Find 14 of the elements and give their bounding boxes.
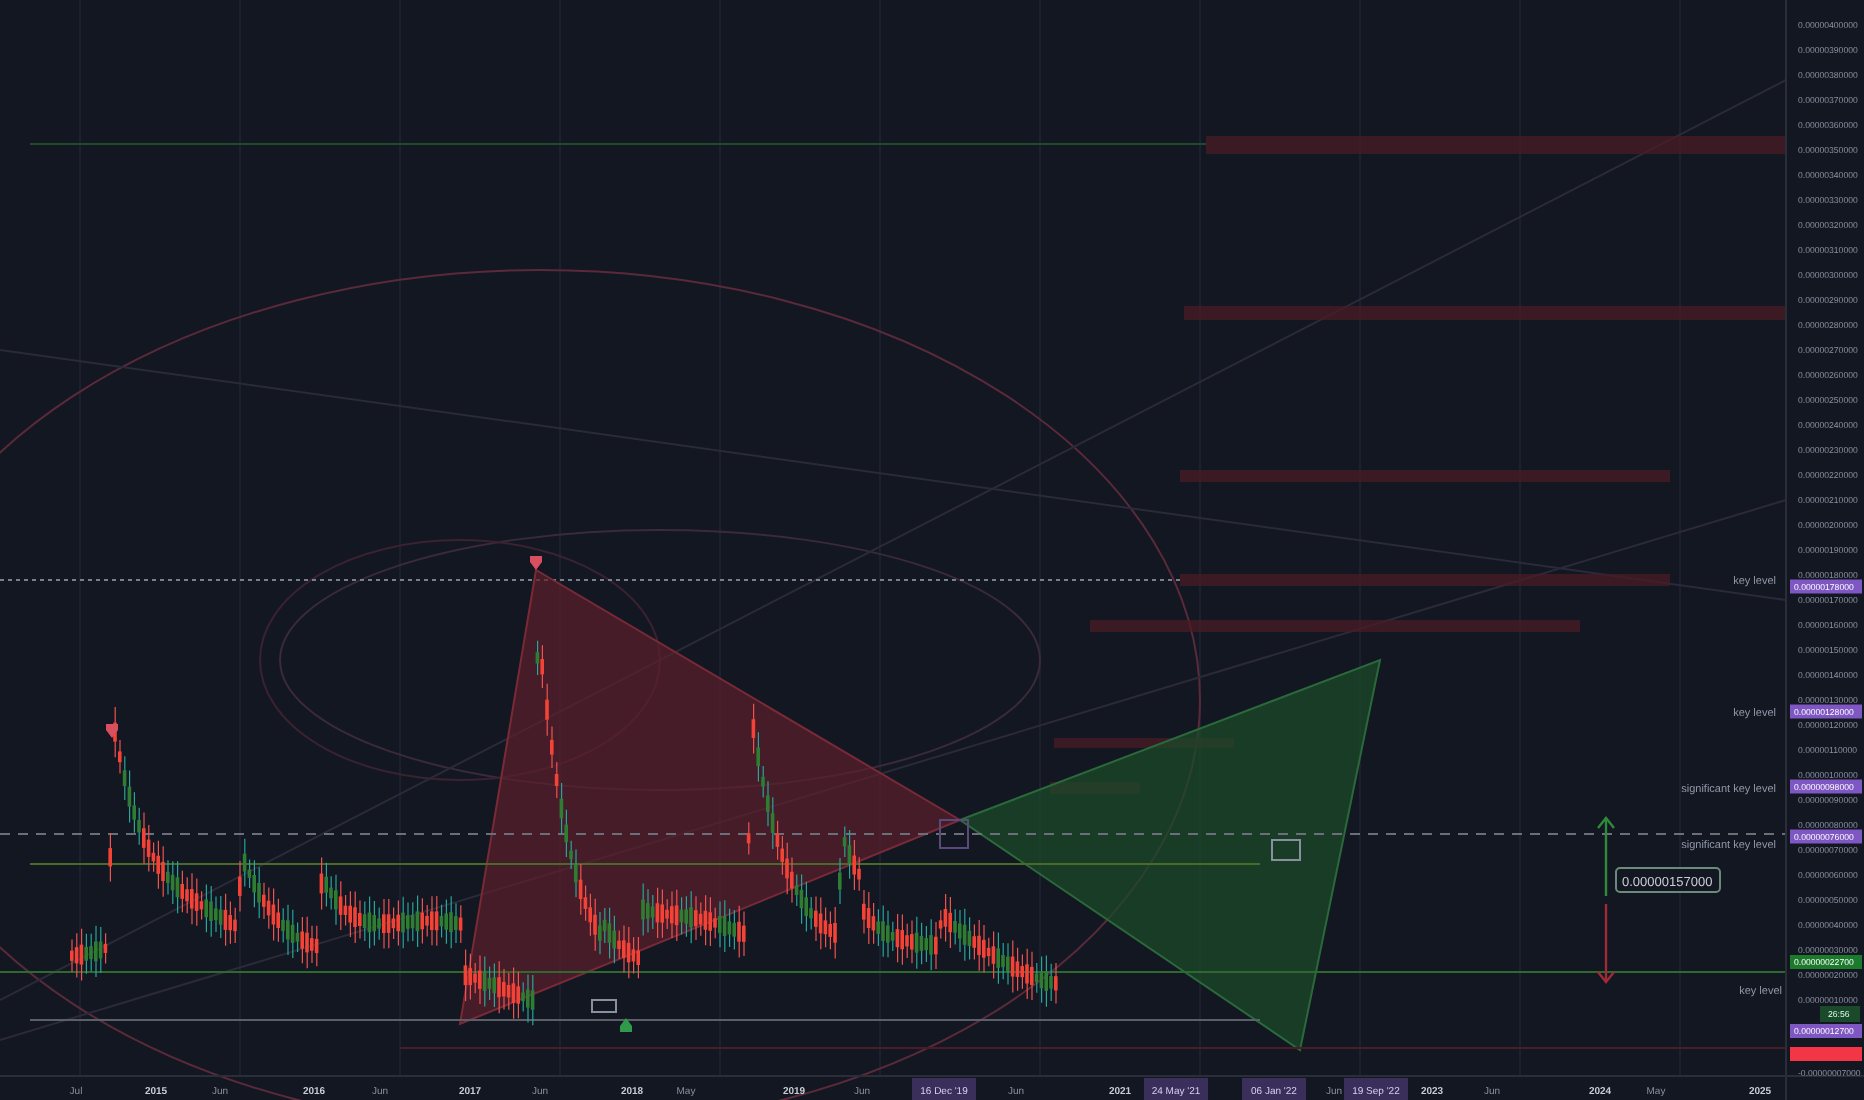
selection-rectangle bbox=[591, 999, 617, 1013]
arrow-down-icon bbox=[106, 724, 118, 738]
arrow-up-icon bbox=[620, 1018, 632, 1032]
selection-rectangle bbox=[939, 819, 969, 849]
countdown-background bbox=[1820, 1006, 1860, 1022]
measure-label-background bbox=[1615, 867, 1721, 893]
up-arrow-icon bbox=[1597, 816, 1615, 896]
selection-rectangle bbox=[1271, 839, 1301, 861]
date-badge bbox=[1144, 1078, 1208, 1100]
date-badge bbox=[912, 1078, 976, 1100]
date-badge bbox=[1344, 1078, 1408, 1100]
down-arrow-icon bbox=[1597, 904, 1615, 984]
date-badge bbox=[1242, 1078, 1306, 1100]
arrow-down-icon bbox=[530, 556, 542, 570]
